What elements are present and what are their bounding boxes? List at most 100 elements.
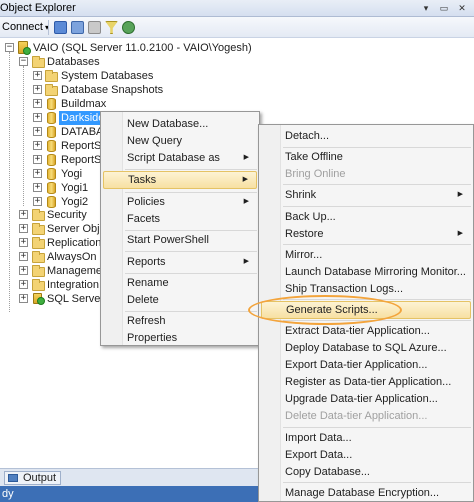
refresh-icon[interactable]	[122, 21, 135, 34]
tree-node-database[interactable]: + Buildmax	[0, 97, 200, 111]
toolbar-divider	[48, 20, 49, 35]
expand-icon[interactable]: +	[33, 99, 42, 108]
stop-icon[interactable]	[88, 21, 101, 34]
menu-item-policies[interactable]: Policies ▶	[103, 193, 257, 211]
expand-icon[interactable]: +	[33, 169, 42, 178]
folder-icon	[32, 237, 45, 249]
menu-item-back-up[interactable]: Back Up...	[261, 208, 471, 226]
menu-item-start-powershell[interactable]: Start PowerShell	[103, 231, 257, 249]
tree-node-label: Yogi	[61, 168, 83, 180]
menu-item-take-offline[interactable]: Take Offline	[261, 148, 471, 166]
database-icon	[47, 154, 56, 166]
expand-icon[interactable]: +	[33, 113, 42, 122]
menu-item-import-data[interactable]: Import Data...	[261, 429, 471, 447]
menu-separator	[283, 482, 471, 483]
expand-icon[interactable]: +	[33, 85, 42, 94]
menu-item-new-database[interactable]: New Database...	[103, 115, 257, 133]
menu-item-shrink[interactable]: Shrink ▶	[261, 186, 471, 204]
menu-item-deploy-sql-azure[interactable]: Deploy Database to SQL Azure...	[261, 339, 471, 357]
menu-item-export-data[interactable]: Export Data...	[261, 446, 471, 464]
filter-icon[interactable]	[105, 21, 118, 34]
expand-icon[interactable]: +	[19, 280, 28, 289]
expand-icon[interactable]: +	[33, 155, 42, 164]
tree-node-label: Yogi1	[61, 182, 89, 194]
connect-object-explorer-icon[interactable]	[54, 21, 67, 34]
menu-item-properties[interactable]: Properties	[103, 329, 257, 347]
expand-icon[interactable]: +	[19, 210, 28, 219]
expand-icon[interactable]: +	[19, 238, 28, 247]
submenu-arrow-icon: ▶	[243, 198, 249, 205]
menu-separator	[283, 206, 471, 207]
databases-label: Databases	[47, 56, 100, 68]
submenu-arrow-icon: ▶	[243, 154, 249, 161]
expand-icon[interactable]: +	[33, 71, 42, 80]
folder-icon	[45, 84, 58, 96]
folder-icon	[32, 56, 45, 68]
menu-item-copy-database[interactable]: Copy Database...	[261, 463, 471, 481]
menu-item-new-query[interactable]: New Query	[103, 132, 257, 150]
database-icon	[47, 168, 56, 180]
expand-icon[interactable]: +	[33, 197, 42, 206]
folder-icon	[32, 223, 45, 235]
menu-item-upgrade-data-tier[interactable]: Upgrade Data-tier Application...	[261, 390, 471, 408]
menu-separator	[283, 244, 471, 245]
server-label: VAIO (SQL Server 11.0.2100 - VAIO\Yogesh…	[33, 42, 252, 54]
menu-separator	[125, 169, 257, 170]
tree-node-label: Buildmax	[61, 98, 107, 110]
database-icon	[47, 140, 56, 152]
menu-item-facets[interactable]: Facets	[103, 210, 257, 228]
menu-item-export-data-tier[interactable]: Export Data-tier Application...	[261, 356, 471, 374]
menu-item-bring-online: Bring Online	[285, 168, 346, 180]
output-label: Output	[23, 472, 57, 484]
menu-item-detach[interactable]: Detach...	[261, 127, 471, 145]
submenu-arrow-icon: ▶	[242, 176, 248, 183]
expand-icon[interactable]: +	[19, 266, 28, 275]
expand-icon[interactable]: +	[19, 294, 28, 303]
tree-node-database-snapshots[interactable]: + Database Snapshots	[0, 83, 200, 97]
auto-hide-icon[interactable]: ▭	[438, 3, 450, 14]
collapse-icon[interactable]: −	[19, 57, 28, 66]
menu-item-rename[interactable]: Rename	[103, 274, 257, 292]
menu-item-delete-data-tier: Delete Data-tier Application...	[285, 410, 428, 422]
tree-node-label: System Databases	[61, 70, 154, 82]
database-icon	[47, 182, 56, 194]
connect-button[interactable]: Connect ▾	[2, 21, 49, 33]
tree-node-label: Replication	[47, 237, 102, 249]
menu-item-tasks[interactable]: Tasks ▶	[103, 171, 257, 189]
expand-icon[interactable]: +	[19, 252, 28, 261]
database-icon	[47, 98, 56, 110]
menu-item-delete[interactable]: Delete	[103, 291, 257, 309]
server-icon	[18, 41, 31, 55]
collapse-icon[interactable]: −	[5, 43, 14, 52]
tree-node-label: Yogi2	[61, 196, 89, 208]
menu-item-extract-data-tier[interactable]: Extract Data-tier Application...	[261, 322, 471, 340]
menu-item-register-data-tier[interactable]: Register as Data-tier Application...	[261, 373, 471, 391]
connect-label: Connect	[2, 21, 43, 33]
tree-node-databases[interactable]: − Databases	[0, 55, 200, 69]
window-position-icon[interactable]: ▾	[420, 3, 432, 14]
menu-item-mirror[interactable]: Mirror...	[261, 246, 471, 264]
menu-item-manage-encryption[interactable]: Manage Database Encryption...	[261, 484, 471, 502]
expand-icon[interactable]: +	[33, 127, 42, 136]
expand-icon[interactable]: +	[33, 183, 42, 192]
menu-separator	[125, 251, 257, 252]
tree-node-system-databases[interactable]: + System Databases	[0, 69, 200, 83]
expand-icon[interactable]: +	[19, 224, 28, 233]
disconnect-icon[interactable]	[71, 21, 84, 34]
menu-item-launch-mirroring-monitor[interactable]: Launch Database Mirroring Monitor...	[261, 263, 471, 281]
submenu-arrow-icon: ▶	[243, 258, 249, 265]
menu-item-restore[interactable]: Restore ▶	[261, 225, 471, 243]
close-icon[interactable]: ✕	[456, 3, 468, 14]
folder-icon	[32, 279, 45, 291]
menu-item-script-database-as[interactable]: Script Database as ▶	[103, 149, 257, 167]
menu-item-refresh[interactable]: Refresh	[103, 312, 257, 330]
menu-item-reports[interactable]: Reports ▶	[103, 253, 257, 271]
folder-icon	[32, 251, 45, 263]
output-tab[interactable]: Output	[4, 471, 62, 485]
database-context-menu: New Database... New Query Script Databas…	[100, 111, 260, 346]
menu-item-ship-transaction-logs[interactable]: Ship Transaction Logs...	[261, 280, 471, 298]
highlight-annotation	[248, 295, 402, 325]
expand-icon[interactable]: +	[33, 141, 42, 150]
tree-node-server[interactable]: − VAIO (SQL Server 11.0.2100 - VAIO\Yoge…	[0, 41, 300, 55]
database-icon	[47, 126, 56, 138]
